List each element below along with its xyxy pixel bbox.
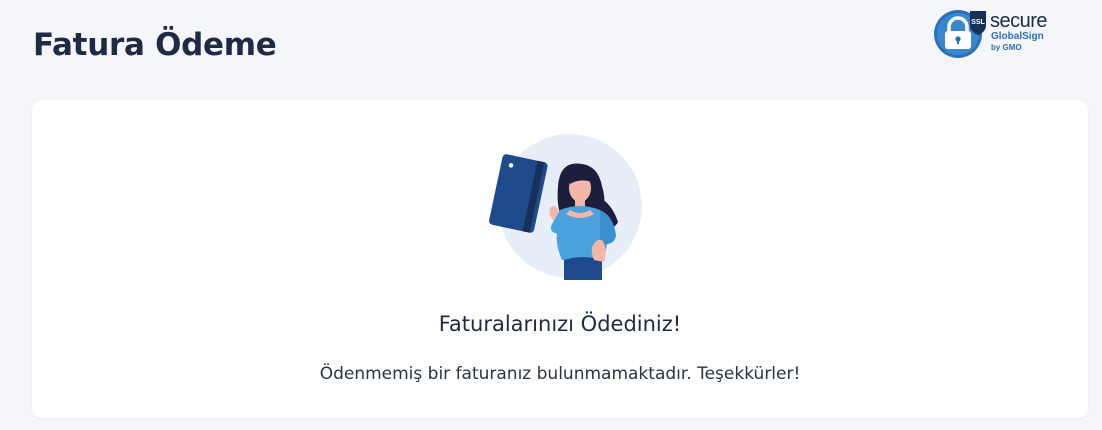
- page: Fatura Ödeme SSL secure GlobalSign by GM…: [0, 0, 1102, 430]
- ssl-by-label: by GMO: [991, 43, 1022, 52]
- ssl-secure-badge: SSL secure GlobalSign by GMO: [932, 8, 1062, 60]
- status-heading: Faturalarınızı Ödediniz!: [438, 312, 682, 336]
- page-title: Fatura Ödeme: [33, 27, 277, 63]
- ssl-tag: SSL: [971, 19, 985, 26]
- ssl-provider-label: GlobalSign: [991, 31, 1044, 42]
- woman-holding-card-illustration: [489, 134, 642, 280]
- status-message: Ödenmemiş bir faturanız bulunmamaktadır.…: [319, 364, 801, 384]
- lock-shield-icon: SSL: [934, 10, 986, 58]
- status-card: Faturalarınızı Ödediniz! Ödenmemiş bir f…: [32, 100, 1088, 418]
- ssl-secure-label: secure: [990, 10, 1048, 32]
